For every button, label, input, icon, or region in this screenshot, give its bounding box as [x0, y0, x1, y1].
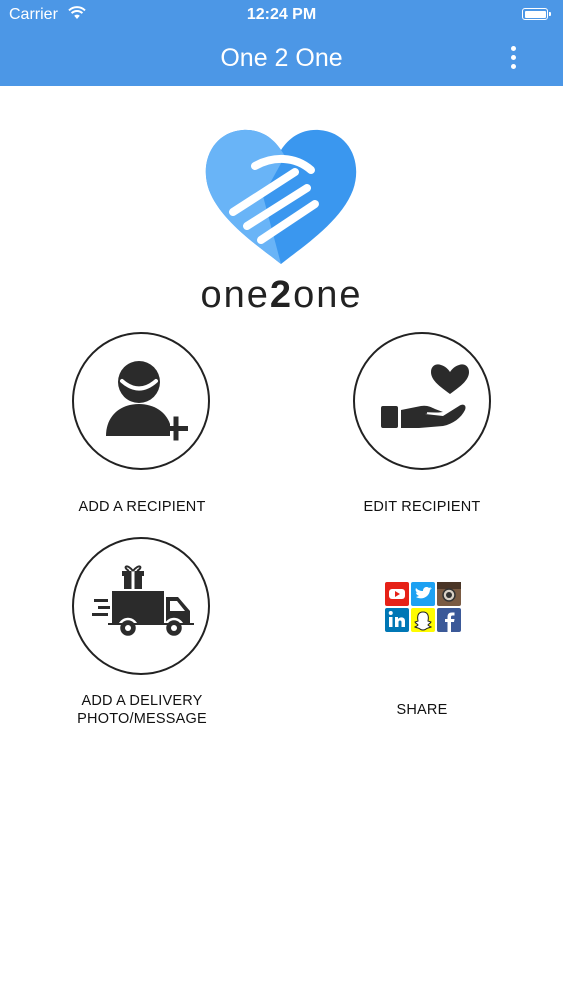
more-vertical-icon[interactable]	[500, 40, 528, 76]
add-recipient-label: ADD A RECIPIENT	[78, 499, 206, 515]
add-delivery-label-line1: ADD A DELIVERY	[81, 693, 203, 709]
edit-recipient-label: EDIT RECIPIENT	[363, 499, 481, 515]
status-time: 12:24 PM	[246, 6, 317, 23]
share-button[interactable]: SHARE	[340, 570, 504, 720]
add-recipient-button[interactable]: ADD A RECIPIENT	[60, 332, 224, 522]
heart-in-hand-icon	[381, 364, 469, 428]
share-label: SHARE	[396, 702, 448, 718]
heart-handshake-logo	[205, 129, 357, 264]
add-delivery-label-line2: PHOTO/MESSAGE	[77, 711, 207, 727]
add-person-icon	[106, 361, 188, 441]
add-delivery-circle	[72, 537, 210, 675]
edit-recipient-button[interactable]: EDIT RECIPIENT	[340, 332, 504, 522]
add-recipient-circle	[72, 332, 210, 470]
status-bar: Carrier 12:24 PM	[0, 0, 563, 30]
page-title: One 2 One	[220, 44, 343, 72]
delivery-van-icon	[92, 565, 194, 639]
social-media-grid-icon	[385, 582, 461, 632]
top-bar: Carrier 12:24 PM One 2 One	[0, 0, 563, 86]
add-delivery-button[interactable]: ADD A DELIVERY PHOTO/MESSAGE	[60, 537, 224, 729]
battery-icon	[522, 8, 551, 20]
edit-recipient-circle	[353, 332, 491, 470]
logo-wordmark: one2one	[200, 274, 363, 316]
